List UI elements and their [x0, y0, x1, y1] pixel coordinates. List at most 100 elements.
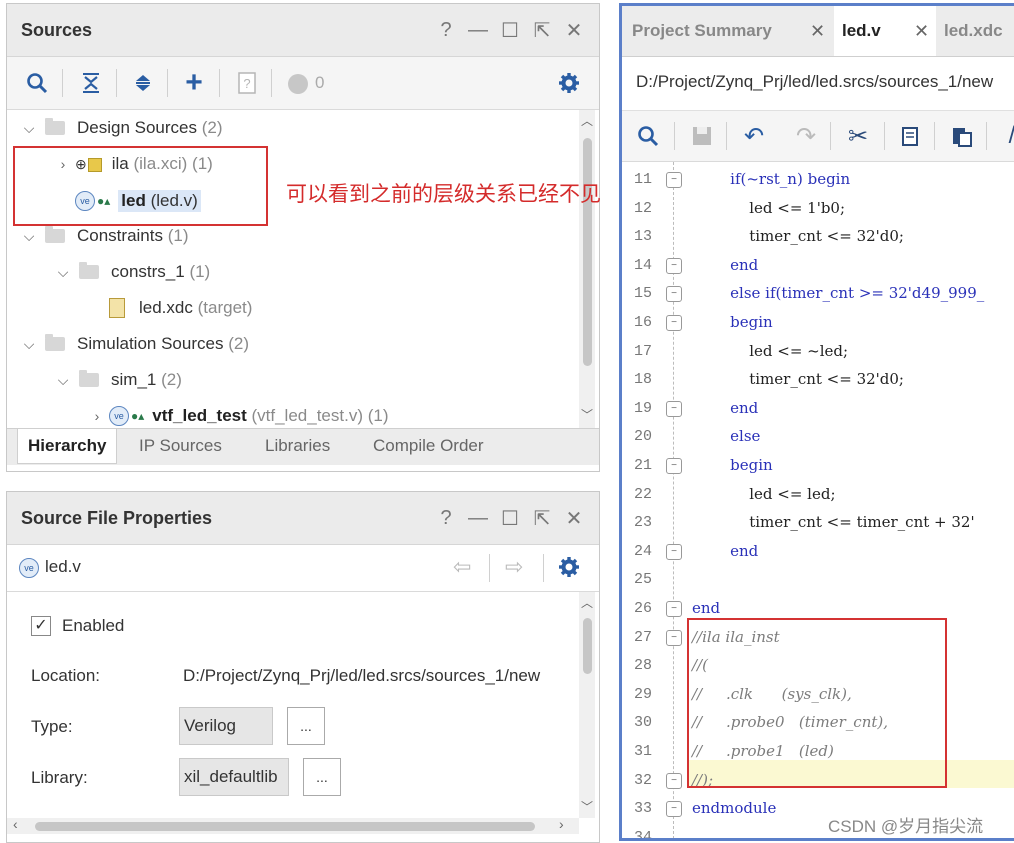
redo-icon[interactable]: ↷: [792, 122, 820, 150]
help-icon[interactable]: ?: [435, 18, 457, 42]
scroll-down-icon[interactable]: ﹀: [581, 406, 593, 423]
fold-marker-icon[interactable]: −: [666, 315, 682, 331]
code-text: timer_cnt <= timer_cnt + 32': [692, 513, 975, 532]
chevron-down-icon[interactable]: ⌵: [21, 120, 37, 137]
cut-icon[interactable]: ✂: [844, 122, 872, 150]
comment-icon[interactable]: /: [998, 122, 1014, 150]
code-text: else: [692, 427, 761, 446]
scroll-up-icon[interactable]: ︿: [581, 594, 593, 611]
tab-project-summary[interactable]: Project Summary ✕: [622, 6, 832, 56]
code-line[interactable]: 23 timer_cnt <= timer_cnt + 32': [622, 509, 1014, 537]
props-vscrollbar[interactable]: ︿ ﹀: [579, 592, 595, 818]
back-arrow-icon[interactable]: ⇦: [453, 554, 471, 580]
fold-marker-icon[interactable]: −: [666, 458, 682, 474]
search-icon[interactable]: [23, 69, 51, 97]
settings-gear-icon[interactable]: [555, 553, 583, 581]
code-line[interactable]: 18 timer_cnt <= 32'd0;: [622, 366, 1014, 394]
tree-item-simulation-sources[interactable]: ⌵ Simulation Sources (2): [21, 329, 249, 359]
line-number: 33: [633, 800, 652, 818]
fold-marker-icon[interactable]: −: [666, 601, 682, 617]
minimize-icon[interactable]: —: [467, 18, 489, 42]
chevron-down-icon[interactable]: ⌵: [21, 336, 37, 353]
code-text: begin: [692, 313, 773, 331]
tree-item-vtf-led-test[interactable]: › ve ●▴ vtf_led_test (vtf_led_test.v) (1): [89, 401, 389, 428]
fold-marker-icon[interactable]: −: [666, 286, 682, 303]
add-source-icon[interactable]: +: [180, 66, 208, 99]
search-icon[interactable]: [634, 122, 662, 150]
status-dot-icon: [288, 74, 308, 94]
expand-all-icon[interactable]: [129, 69, 157, 97]
library-field[interactable]: xil_defaultlib: [179, 758, 289, 796]
code-line[interactable]: 11− if(~rst_n) begin: [622, 166, 1014, 194]
code-line[interactable]: 20 else: [622, 423, 1014, 451]
scroll-right-icon[interactable]: ›: [559, 816, 564, 832]
help-icon[interactable]: ?: [435, 506, 457, 530]
line-number: 11: [633, 171, 652, 188]
tab-hierarchy[interactable]: Hierarchy: [17, 429, 118, 464]
type-browse-button[interactable]: ...: [287, 707, 325, 745]
settings-gear-icon[interactable]: [555, 69, 583, 97]
code-line[interactable]: 21− begin: [622, 452, 1014, 480]
chevron-down-icon[interactable]: ⌵: [55, 264, 71, 281]
tab-libraries[interactable]: Libraries: [265, 429, 330, 463]
code-line[interactable]: 24− end: [622, 538, 1014, 566]
annotation-box-hierarchy: [13, 146, 268, 226]
code-text: begin: [692, 456, 773, 474]
code-line[interactable]: 22 led <= led;: [622, 481, 1014, 509]
enabled-checkbox[interactable]: ✓: [31, 616, 51, 636]
close-icon[interactable]: ✕: [563, 506, 585, 530]
fold-marker-icon[interactable]: −: [666, 629, 682, 646]
tree-item-constrs-1[interactable]: ⌵ constrs_1 (1): [55, 257, 210, 287]
scroll-up-icon[interactable]: ︿: [581, 112, 593, 129]
close-tab-icon[interactable]: ✕: [914, 21, 929, 42]
code-line[interactable]: 19− end: [622, 395, 1014, 423]
code-line[interactable]: 15− else if(timer_cnt >= 32'd49_999_: [622, 280, 1014, 308]
tab-compile-order[interactable]: Compile Order: [373, 429, 484, 463]
chevron-down-icon[interactable]: ⌵: [55, 372, 71, 389]
undo-icon[interactable]: ↶: [740, 122, 768, 150]
fold-marker-icon[interactable]: −: [666, 172, 682, 188]
props-body: ✓ Enabled Location: D:/Project/Zynq_Prj/…: [7, 592, 579, 818]
tree-item-sim-1[interactable]: ⌵ sim_1 (2): [55, 365, 182, 395]
maximize-icon[interactable]: ☐: [499, 506, 521, 530]
float-icon[interactable]: ⇱: [531, 506, 553, 530]
hierarchy-icon: ●▴: [131, 409, 145, 423]
forward-arrow-icon[interactable]: ⇨: [505, 554, 523, 580]
code-line[interactable]: 16− begin: [622, 309, 1014, 337]
close-icon[interactable]: ✕: [563, 18, 585, 42]
maximize-icon[interactable]: ☐: [499, 18, 521, 42]
collapse-all-icon[interactable]: [77, 69, 105, 97]
copy-icon[interactable]: [896, 122, 924, 150]
scroll-left-icon[interactable]: ‹: [13, 816, 18, 832]
code-line[interactable]: 12 led <= 1'b0;: [622, 195, 1014, 223]
library-browse-button[interactable]: ...: [303, 758, 341, 796]
save-icon[interactable]: [688, 122, 716, 150]
fold-marker-icon[interactable]: −: [666, 257, 682, 274]
tab-led-v[interactable]: led.v ✕: [834, 6, 936, 56]
float-icon[interactable]: ⇱: [531, 18, 553, 42]
paste-icon[interactable]: [948, 122, 976, 150]
type-field[interactable]: Verilog: [179, 707, 273, 745]
fold-marker-icon[interactable]: −: [666, 400, 682, 417]
tab-led-xdc[interactable]: led.xdc: [940, 6, 1014, 56]
fold-marker-icon[interactable]: −: [666, 543, 682, 560]
code-line[interactable]: 17 led <= ~led;: [622, 338, 1014, 366]
chevron-right-icon[interactable]: ›: [89, 408, 105, 424]
tab-ip-sources[interactable]: IP Sources: [139, 429, 222, 463]
fold-marker-icon[interactable]: −: [666, 801, 682, 818]
location-label: Location:: [31, 666, 100, 685]
chevron-down-icon[interactable]: ⌵: [21, 228, 37, 245]
props-hscrollbar[interactable]: ‹ ›: [7, 816, 579, 834]
tree-item-led-xdc[interactable]: led.xdc (target): [109, 293, 252, 323]
sources-scrollbar[interactable]: ︿ ﹀: [579, 110, 595, 428]
line-number: 28: [633, 657, 652, 675]
question-doc-icon[interactable]: ?: [233, 69, 261, 97]
close-tab-icon[interactable]: ✕: [810, 21, 825, 42]
code-line[interactable]: 13 timer_cnt <= 32'd0;: [622, 223, 1014, 251]
code-line[interactable]: 25: [622, 566, 1014, 594]
minimize-icon[interactable]: —: [467, 506, 489, 530]
scroll-down-icon[interactable]: ﹀: [581, 798, 593, 815]
tree-item-design-sources[interactable]: ⌵ Design Sources (2): [21, 113, 223, 143]
code-line[interactable]: 14− end: [622, 252, 1014, 280]
fold-marker-icon[interactable]: −: [666, 772, 682, 789]
